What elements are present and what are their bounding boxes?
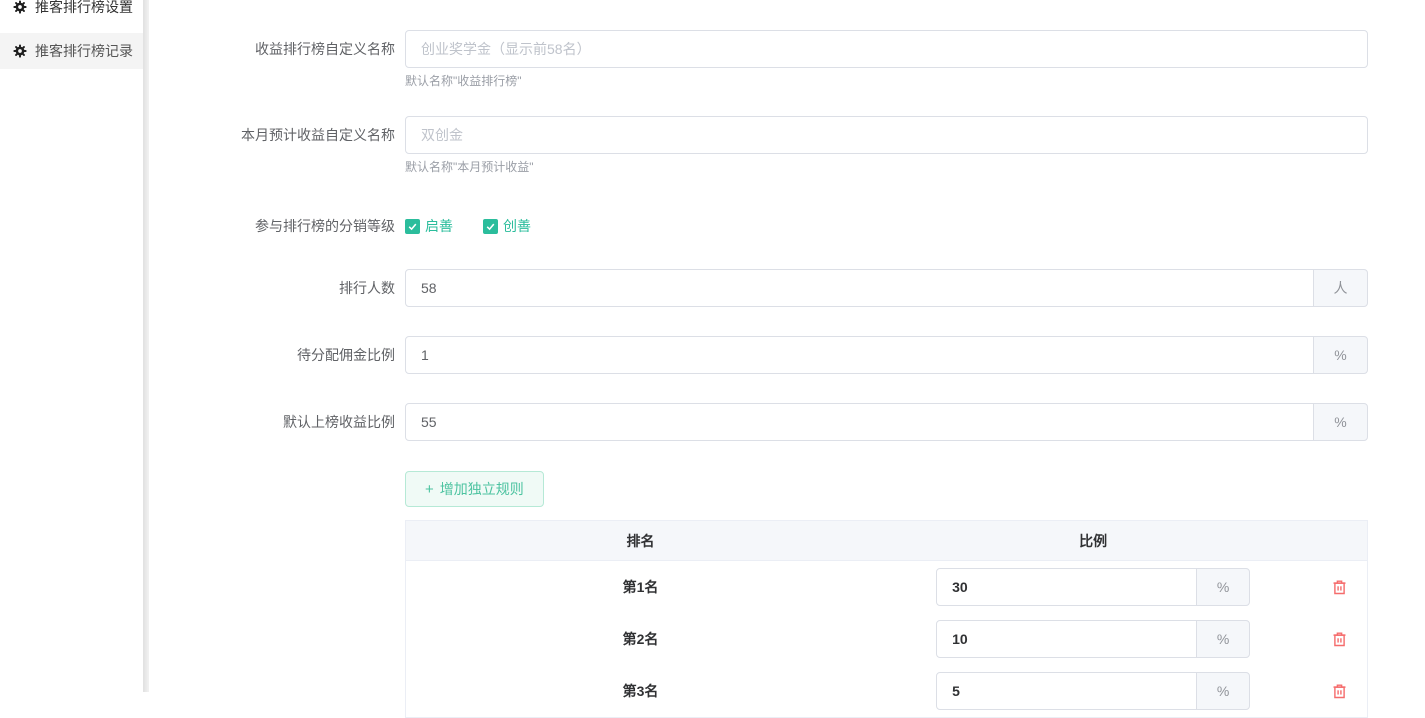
gear-icon xyxy=(13,44,27,58)
form-row-rank-count: 排行人数 人 xyxy=(149,269,1425,307)
form-row-ranking-name: 收益排行榜自定义名称 默认名称"收益排行榜" xyxy=(149,30,1425,88)
monthly-name-help: 默认名称"本月预计收益" xyxy=(405,160,1368,174)
checkbox-label: 启善 xyxy=(425,216,453,236)
rank-count-label: 排行人数 xyxy=(149,269,395,307)
checkbox-level-qishan[interactable]: 启善 xyxy=(405,216,453,236)
monthly-name-input[interactable] xyxy=(405,116,1368,154)
ranking-name-input[interactable] xyxy=(405,30,1368,68)
add-rule-button-label: 增加独立规则 xyxy=(440,479,524,499)
ratio-input-rank1[interactable] xyxy=(936,568,1197,606)
pending-commission-label: 待分配佣金比例 xyxy=(149,336,395,374)
checkbox-level-chuangshan[interactable]: 创善 xyxy=(483,216,531,236)
ratio-unit: % xyxy=(1196,672,1250,710)
checkbox-checked-icon xyxy=(405,219,420,234)
sidebar-item-label: 推客排行榜设置 xyxy=(35,0,133,17)
monthly-name-label: 本月预计收益自定义名称 xyxy=(149,116,395,154)
checkbox-label: 创善 xyxy=(503,216,531,236)
form-row-add-rule: + 增加独立规则 xyxy=(149,471,1425,507)
form-row-levels: 参与排行榜的分销等级 启善 创善 xyxy=(149,207,1425,245)
ranking-settings-form: 收益排行榜自定义名称 默认名称"收益排行榜" 本月预计收益自定义名称 默认名称"… xyxy=(149,0,1425,692)
pending-commission-input[interactable] xyxy=(405,336,1314,374)
trash-icon xyxy=(1331,578,1348,596)
delete-rule-button[interactable] xyxy=(1331,630,1348,648)
form-row-default-income: 默认上榜收益比例 % xyxy=(149,403,1425,441)
form-row-rules-table: 排名 比例 第1名 % xyxy=(149,520,1425,718)
ratio-input-rank3[interactable] xyxy=(936,672,1197,710)
delete-rule-button[interactable] xyxy=(1331,578,1348,596)
sidebar-item-ranking-records[interactable]: 推客排行榜记录 xyxy=(0,33,143,69)
rules-table: 排名 比例 第1名 % xyxy=(405,520,1368,718)
default-income-input[interactable] xyxy=(405,403,1314,441)
pending-commission-unit: % xyxy=(1313,336,1368,374)
sidebar-menu: 推客排行榜设置 推客排行榜记录 xyxy=(0,0,143,69)
delete-rule-button[interactable] xyxy=(1331,682,1348,700)
ranking-name-help: 默认名称"收益排行榜" xyxy=(405,74,1368,88)
check-icon xyxy=(485,221,496,232)
default-income-unit: % xyxy=(1313,403,1368,441)
ranking-name-label: 收益排行榜自定义名称 xyxy=(149,30,395,68)
form-row-monthly-name: 本月预计收益自定义名称 默认名称"本月预计收益" xyxy=(149,116,1425,174)
rules-table-header: 排名 比例 xyxy=(406,521,1367,561)
default-income-label: 默认上榜收益比例 xyxy=(149,403,395,441)
ratio-input-rank2[interactable] xyxy=(936,620,1197,658)
rank-cell: 第1名 xyxy=(406,577,875,597)
table-row: 第2名 % xyxy=(406,613,1367,665)
rank-cell: 第3名 xyxy=(406,681,875,701)
header-ratio: 比例 xyxy=(875,531,1311,551)
table-row: 第3名 % xyxy=(406,665,1367,717)
header-rank: 排名 xyxy=(406,531,875,551)
checkbox-checked-icon xyxy=(483,219,498,234)
table-row: 第1名 % xyxy=(406,561,1367,613)
ratio-unit: % xyxy=(1196,568,1250,606)
check-icon xyxy=(407,221,418,232)
levels-label: 参与排行榜的分销等级 xyxy=(149,207,395,245)
gear-icon xyxy=(13,0,27,14)
trash-icon xyxy=(1331,682,1348,700)
add-rule-button[interactable]: + 增加独立规则 xyxy=(405,471,544,507)
rank-cell: 第2名 xyxy=(406,629,875,649)
rank-count-input[interactable] xyxy=(405,269,1314,307)
sidebar-item-label: 推客排行榜记录 xyxy=(35,41,133,61)
form-row-pending-commission: 待分配佣金比例 % xyxy=(149,336,1425,374)
ratio-unit: % xyxy=(1196,620,1250,658)
trash-icon xyxy=(1331,630,1348,648)
sidebar-item-ranking-settings[interactable]: 推客排行榜设置 xyxy=(0,0,143,25)
plus-icon: + xyxy=(425,481,434,498)
rank-count-unit: 人 xyxy=(1313,269,1368,307)
sidebar: 推客排行榜设置 推客排行榜记录 xyxy=(0,0,143,692)
